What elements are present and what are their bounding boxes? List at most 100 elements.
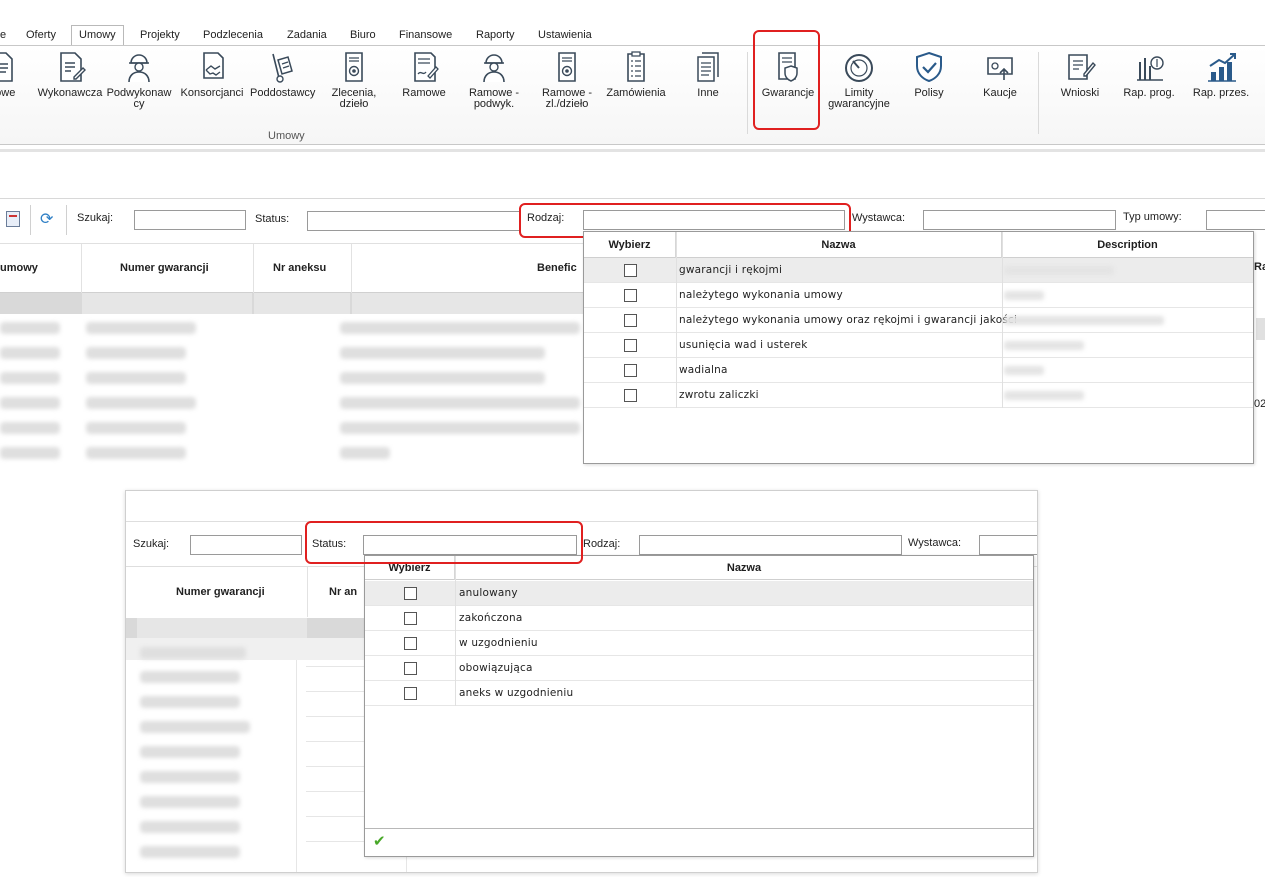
tab-umowy[interactable]: Umowy [71, 25, 124, 46]
ribbon-button-label: Inne [697, 87, 719, 99]
wystawca-filter-input[interactable] [979, 535, 1037, 555]
dropdown-header: Wybierz Nazwa Description [584, 232, 1253, 258]
dropdown-option[interactable]: w uzgodnieniu [365, 631, 1033, 656]
dropdown-option[interactable]: anulowany [365, 581, 1033, 606]
tab-raporty[interactable]: Raporty [470, 26, 521, 46]
column-header-wybierz[interactable]: Wybierz [584, 232, 676, 258]
tab-oferty[interactable]: Oferty [20, 26, 62, 46]
checklist-icon [627, 51, 645, 82]
ribbon-button-limity[interactable]: Limity gwarancyjne [826, 50, 892, 110]
grid-filter-row[interactable] [0, 293, 585, 314]
ribbon-button-wykonawcza[interactable]: Wykonawcza [36, 50, 104, 99]
option-checkbox[interactable] [624, 264, 637, 277]
option-checkbox[interactable] [404, 662, 417, 675]
status-filter-input[interactable] [307, 211, 521, 231]
ribbon-button-poddostawcy[interactable]: Poddostawcy [250, 50, 315, 99]
option-checkbox[interactable] [624, 314, 637, 327]
ribbon-button-podwykonawcy[interactable]: Podwykonaw cy [106, 50, 172, 110]
table-row[interactable] [140, 721, 250, 733]
table-row[interactable] [140, 846, 240, 858]
ribbon-button-zlecenia[interactable]: Zlecenia, dzieło [322, 50, 386, 110]
ribbon-button-rap-prog[interactable]: Rap. prog. [1117, 50, 1181, 99]
tab-partial[interactable]: e [0, 26, 12, 46]
ribbon-button-ramowe[interactable]: Ramowe [392, 50, 456, 99]
dropdown-option[interactable]: zakończona [365, 606, 1033, 631]
option-label: obowiązująca [459, 662, 533, 674]
search-input[interactable] [190, 535, 302, 555]
table-row[interactable] [0, 397, 60, 409]
option-checkbox[interactable] [404, 587, 417, 600]
table-row[interactable] [140, 671, 240, 683]
grid-filter-row[interactable] [126, 618, 366, 638]
option-checkbox[interactable] [404, 637, 417, 650]
ribbon-button-label: ktowe [0, 87, 16, 99]
rodzaj-filter-input[interactable] [639, 535, 902, 555]
ribbon-button-projektowe[interactable]: ktowe [0, 50, 32, 99]
dropdown-option[interactable]: należytego wykonania umowy oraz rękojmi … [584, 308, 1253, 333]
table-row[interactable] [0, 322, 60, 334]
ribbon-button-ramowe-podwyk[interactable]: Ramowe - podwyk. [462, 50, 526, 110]
column-header-numer-gwarancji[interactable]: Numer gwarancji [120, 262, 209, 274]
option-description [1004, 341, 1084, 350]
ribbon-button-ramowe-zl-dzielo[interactable]: Ramowe - zl./dzieło [535, 50, 599, 110]
dropdown-option[interactable]: aneks w uzgodnieniu [365, 681, 1033, 706]
ribbon-button-inne[interactable]: Inne [676, 50, 740, 99]
option-checkbox[interactable] [404, 612, 417, 625]
dropdown-option[interactable]: należytego wykonania umowy [584, 283, 1253, 308]
table-row[interactable] [140, 796, 240, 808]
table-row[interactable] [0, 347, 60, 359]
dropdown-option[interactable]: zwrotu zaliczki [584, 383, 1253, 408]
dropdown-option[interactable]: wadialna [584, 358, 1253, 383]
ribbon-button-wnioski[interactable]: Wnioski [1048, 50, 1112, 99]
option-checkbox[interactable] [404, 687, 417, 700]
table-row[interactable] [140, 746, 240, 758]
column-header-nazwa[interactable]: Nazwa [676, 232, 1002, 258]
ribbon-tab-bar: e Oferty Umowy Projekty Podzlecenia Zada… [0, 22, 1265, 46]
table-row[interactable] [0, 422, 60, 434]
tab-ustawienia[interactable]: Ustawienia [532, 26, 598, 46]
table-row[interactable] [140, 696, 240, 708]
column-header-nr-aneksu[interactable]: Nr an [329, 586, 357, 598]
wystawca-label: Wystawca: [908, 537, 962, 549]
option-checkbox[interactable] [624, 289, 637, 302]
ribbon-button-konsorcjanci[interactable]: Konsorcjanci [178, 50, 246, 99]
table-row[interactable] [0, 447, 60, 459]
table-row[interactable] [140, 647, 246, 659]
option-checkbox[interactable] [624, 389, 637, 402]
option-label: anulowany [459, 587, 518, 599]
ribbon-button-zamowienia[interactable]: Zamówienia [604, 50, 668, 99]
column-header-description[interactable]: Description [1002, 232, 1253, 258]
ribbon-body: ktowe Wykonawcza Podwykonaw cy Konsorcja… [0, 45, 1265, 145]
table-row[interactable] [140, 771, 240, 783]
ribbon-button-kaucje[interactable]: Kaucje [968, 50, 1032, 99]
column-header-beneficjent[interactable]: Benefic [537, 262, 577, 274]
option-checkbox[interactable] [624, 364, 637, 377]
refresh-icon[interactable]: ⟳ [40, 209, 53, 229]
column-header-umowy[interactable]: umowy [0, 262, 38, 274]
ribbon-button-label: Zamówienia [606, 87, 666, 99]
option-checkbox[interactable] [624, 339, 637, 352]
tab-finansowe[interactable]: Finansowe [393, 26, 458, 46]
table-row[interactable] [140, 821, 240, 833]
checkmark-icon[interactable]: ✔ [373, 832, 386, 850]
documents-stack-icon [697, 52, 719, 82]
dropdown-option[interactable]: usunięcia wad i usterek [584, 333, 1253, 358]
column-header-numer-gwarancji[interactable]: Numer gwarancji [176, 586, 265, 598]
export-icon[interactable] [6, 211, 20, 227]
cell-value-partial: 02 [1254, 398, 1265, 410]
tab-zadania[interactable]: Zadania [281, 26, 333, 46]
ribbon-button-polisy[interactable]: Polisy [897, 50, 961, 99]
wystawca-filter-input[interactable] [923, 210, 1116, 230]
dropdown-option[interactable]: gwarancji i rękojmi [584, 258, 1253, 283]
gauge-icon [845, 54, 873, 82]
table-row[interactable] [0, 372, 60, 384]
column-header-partial[interactable]: Ra [1254, 261, 1265, 273]
column-header-nr-aneksu[interactable]: Nr aneksu [273, 262, 326, 274]
typ-umowy-filter-input[interactable] [1206, 210, 1265, 230]
tab-projekty[interactable]: Projekty [134, 26, 186, 46]
tab-podzlecenia[interactable]: Podzlecenia [197, 26, 269, 46]
ribbon-button-rap-przes[interactable]: Rap. przes. [1189, 50, 1253, 99]
tab-biuro[interactable]: Biuro [344, 26, 382, 46]
dropdown-option[interactable]: obowiązująca [365, 656, 1033, 681]
search-input[interactable] [134, 210, 246, 230]
